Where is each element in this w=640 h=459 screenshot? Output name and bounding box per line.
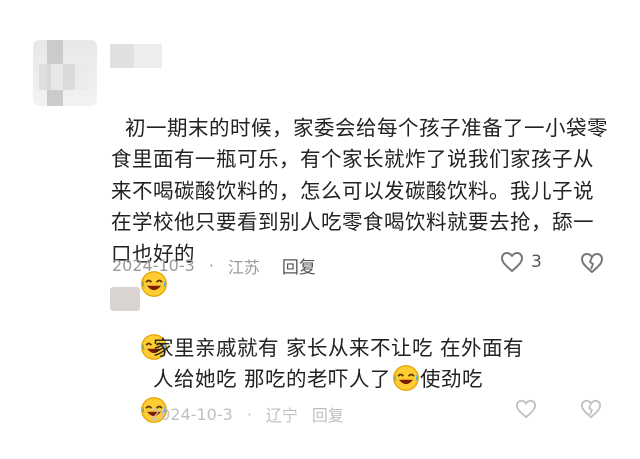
heart-outline-icon — [501, 252, 523, 272]
reply-meta: 2024-10-3 · 辽宁 回复 — [150, 402, 344, 426]
comment-meta: 2024-10-3 · 江苏 回复 — [112, 253, 316, 278]
comment-avatar[interactable] — [33, 40, 97, 106]
comment-location: 江苏 — [227, 257, 260, 277]
reply-like-button[interactable] — [515, 399, 537, 423]
like-count: 3 — [531, 252, 542, 272]
reply-text: 家里亲戚就有 家长从来不让吃 在外面有 人给她吃 那吃的老吓人了 使劲吃 — [153, 333, 583, 395]
reply-dislike-button[interactable] — [580, 399, 602, 423]
comment-body: 初一期末的时候，家委会给每个孩子准备了一小袋零食里面有一瓶可乐，有个家长就炸了说… — [111, 115, 609, 266]
reply-button[interactable]: 回复 — [282, 253, 316, 278]
comment-username-blur-2 — [134, 44, 162, 68]
reply-location-sep: · — [246, 404, 252, 424]
dislike-button[interactable] — [580, 252, 604, 278]
broken-heart-outline-icon — [581, 253, 603, 273]
reply-avatar[interactable] — [110, 287, 140, 311]
comment-date: 2024-10-3 — [112, 256, 195, 275]
like-button[interactable]: 3 — [500, 251, 542, 273]
reply-line-2: 人给她吃 那吃的老吓人了 使劲吃 — [153, 364, 583, 395]
reply-location: 辽宁 — [265, 406, 298, 425]
reply-line-1: 家里亲戚就有 家长从来不让吃 在外面有 — [153, 336, 525, 360]
reply-date: 2024-10-3 — [150, 404, 233, 424]
broken-heart-outline-icon — [580, 399, 602, 419]
comment-location-sep: · — [208, 256, 214, 275]
reply-tail-text: 使劲吃 — [420, 367, 484, 391]
heart-outline-icon — [515, 399, 537, 419]
laughing-crying-emoji-icon — [391, 365, 420, 391]
comment-username[interactable] — [110, 44, 134, 68]
reply-line-2-text: 人给她吃 那吃的老吓人了 — [153, 367, 392, 391]
reply-reply-button[interactable]: 回复 — [312, 402, 344, 426]
